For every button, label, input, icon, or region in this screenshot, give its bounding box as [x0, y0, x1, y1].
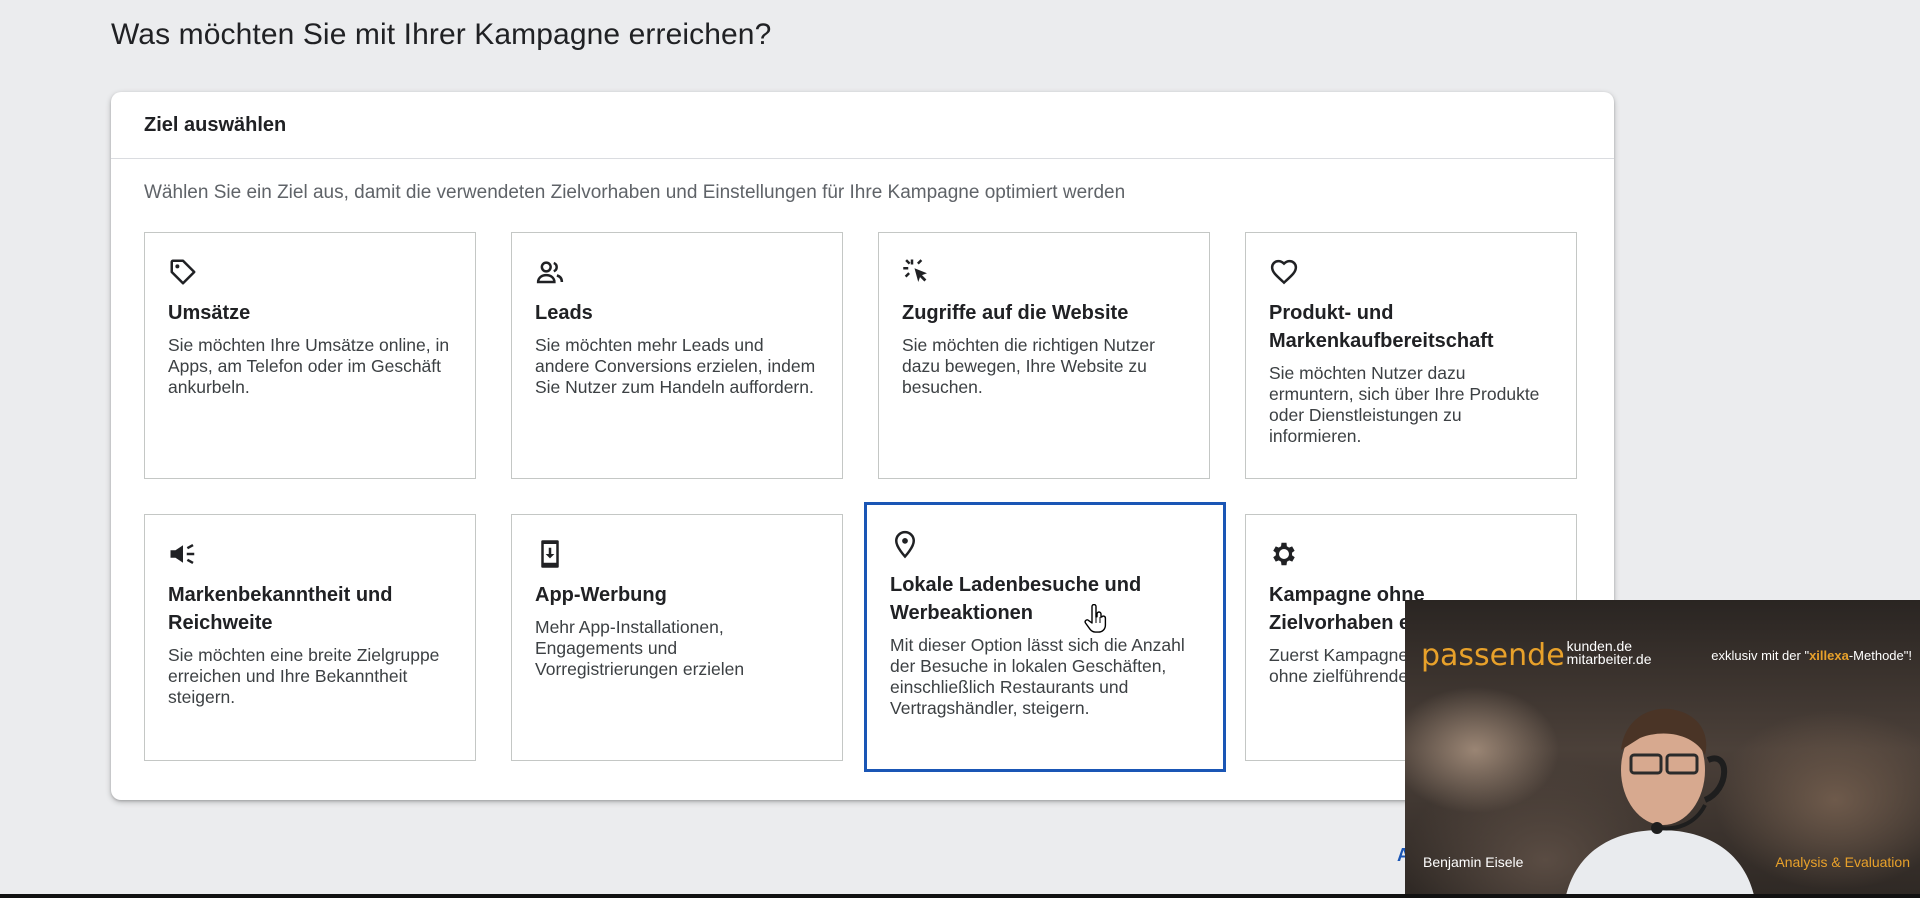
goal-card-sales[interactable]: Umsätze Sie möchten Ihre Umsätze online,… — [144, 232, 476, 479]
tagline-pre: exklusiv mit der " — [1711, 648, 1810, 663]
megaphone-icon — [168, 539, 198, 569]
card-title: Lokale Ladenbesuche und Werbeaktionen — [890, 574, 1142, 624]
presenter-name: Benjamin Eisele — [1423, 854, 1524, 870]
tag-icon — [168, 257, 198, 287]
card-description: Sie möchten mehr Leads und andere Conver… — [535, 335, 816, 397]
people-icon — [535, 257, 565, 287]
tagline-brand: xillexa — [1809, 648, 1849, 663]
card-description: Sie möchten Ihre Umsätze online, in Apps… — [168, 335, 450, 397]
card-description: Sie möchten die richtigen Nutzer dazu be… — [902, 335, 1155, 397]
phone-download-icon — [535, 539, 565, 569]
card-title: Markenbekanntheit und Reichweite — [168, 584, 393, 634]
tagline: exklusiv mit der "xillexa-Methode"! — [1711, 648, 1912, 663]
bottom-bar — [0, 894, 1920, 898]
heart-icon — [1269, 257, 1299, 287]
card-title: Umsätze — [168, 302, 251, 324]
brand-main: passende — [1421, 638, 1565, 673]
goal-card-app-promotion[interactable]: App-Werbung Mehr App-Installationen, Eng… — [511, 514, 843, 761]
card-title: Produkt- und Markenkaufbereitschaft — [1269, 302, 1494, 352]
card-description: Mit dieser Option lässt sich die Anzahl … — [890, 635, 1185, 718]
goal-card-purchase-consideration[interactable]: Produkt- und Markenkaufbereitschaft Sie … — [1245, 232, 1577, 479]
goal-card-brand-awareness[interactable]: Markenbekanntheit und Reichweite Sie möc… — [144, 514, 476, 761]
card-description: Sie möchten eine breite Zielgruppe errei… — [168, 645, 440, 707]
webcam-overlay: passende kunden.de mitarbeiter.de exklus… — [1405, 600, 1920, 898]
goal-card-leads[interactable]: Leads Sie möchten mehr Leads und andere … — [511, 232, 843, 479]
card-title: Leads — [535, 302, 593, 324]
goal-selection-panel: Ziel auswählen Wählen Sie ein Ziel aus, … — [111, 92, 1614, 800]
card-title: Zugriffe auf die Website — [902, 302, 1129, 324]
brand-logo: passende kunden.de mitarbeiter.de — [1421, 638, 1652, 673]
card-title: App-Werbung — [535, 584, 667, 606]
hand-pointer-icon — [1084, 604, 1107, 633]
page-title: Was möchten Sie mit Ihrer Kampagne errei… — [111, 18, 772, 51]
gear-icon — [1269, 539, 1299, 569]
brand-line-2: mitarbeiter.de — [1566, 651, 1652, 667]
caption: Analysis & Evaluation — [1775, 854, 1910, 870]
presenter-silhouette — [1565, 708, 1755, 898]
card-description: Sie möchten Nutzer dazu ermuntern, sich … — [1269, 363, 1540, 446]
cursor-click-icon — [902, 257, 932, 287]
location-pin-icon — [890, 529, 920, 559]
goal-card-local-store-visits[interactable]: Lokale Ladenbesuche und Werbeaktionen Mi… — [865, 503, 1225, 771]
tagline-post: -Methode"! — [1848, 648, 1912, 663]
panel-instruction: Wählen Sie ein Ziel aus, damit die verwe… — [144, 182, 1126, 203]
panel-header: Ziel auswählen — [111, 92, 1614, 159]
brand-domains: kunden.de mitarbeiter.de — [1566, 639, 1652, 667]
goal-card-website-traffic[interactable]: Zugriffe auf die Website Sie möchten die… — [878, 232, 1210, 479]
card-description: Mehr App-Installationen, Engagements und… — [535, 617, 745, 679]
